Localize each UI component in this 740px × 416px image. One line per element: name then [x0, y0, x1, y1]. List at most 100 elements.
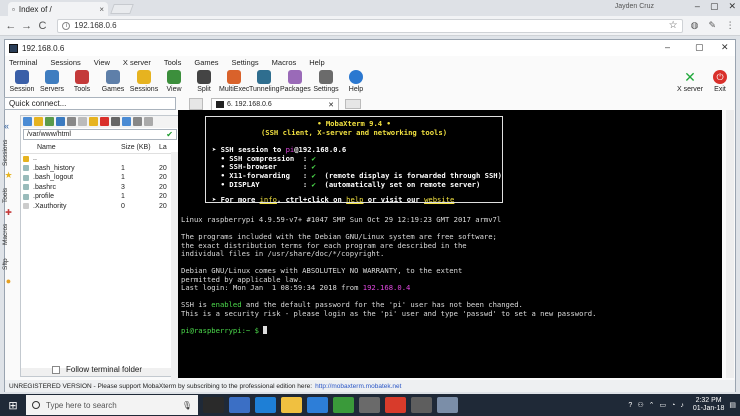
task-view-icon[interactable] [203, 397, 224, 413]
vtab-sftp[interactable]: Sftp [2, 254, 15, 274]
file-row[interactable]: .bashrc 3 20 [21, 183, 179, 193]
people-icon[interactable]: ⚇ [637, 401, 643, 409]
info-icon[interactable]: i [62, 21, 71, 30]
vtab-macros[interactable]: Macros [2, 220, 15, 248]
settings-icon[interactable] [144, 117, 153, 126]
checkbox-box[interactable] [52, 365, 60, 374]
delete-icon[interactable] [100, 117, 109, 126]
new-tab-button[interactable] [110, 4, 134, 14]
find-icon[interactable] [133, 117, 142, 126]
app-icon[interactable] [359, 397, 380, 413]
app-icon[interactable] [437, 397, 458, 413]
bookmark-star-icon[interactable]: ☆ [669, 20, 678, 31]
terminal-scrollbar[interactable] [726, 110, 734, 378]
new-folder-icon[interactable] [89, 117, 98, 126]
file-row[interactable]: .bash_history 1 20 [21, 164, 179, 174]
microphone-icon[interactable]: 🎙 [182, 401, 192, 410]
volume-icon[interactable]: ♪ [680, 402, 684, 409]
terminal-tab[interactable]: 6. 192.168.0.6 ✕ [211, 98, 339, 110]
packages-button[interactable]: Packages [280, 70, 311, 93]
exit-button[interactable]: ⏻ Exit [705, 70, 735, 93]
column-last[interactable]: La [159, 144, 175, 151]
close-tab-icon[interactable]: ✕ [328, 101, 334, 109]
taskbar-clock[interactable]: 2:32 PM 01-Jan-18 [693, 397, 725, 413]
permissions-icon[interactable] [122, 117, 131, 126]
text-icon[interactable] [111, 117, 120, 126]
sessions-button[interactable]: Sessions [129, 70, 159, 93]
eyedropper-icon[interactable]: ✎ [706, 20, 718, 31]
vtab-sessions[interactable]: Sessions [2, 138, 15, 168]
sftp-path-field[interactable]: /var/www/html ✔ [23, 129, 177, 140]
home-tab[interactable] [189, 98, 203, 110]
file-row[interactable]: .. [21, 154, 179, 164]
menu-tools[interactable]: Tools [164, 58, 182, 67]
session-button[interactable]: Session [7, 70, 37, 93]
refresh-icon[interactable] [67, 117, 76, 126]
up-folder-icon[interactable] [23, 117, 32, 126]
shell-prompt[interactable]: pi@raspberrypi:~ $ [181, 326, 268, 336]
file-row[interactable]: .profile 1 20 [21, 192, 179, 202]
new-file-icon[interactable] [78, 117, 87, 126]
maximize-icon[interactable]: ▢ [710, 1, 719, 12]
help-link[interactable]: help [346, 195, 363, 204]
new-terminal-tab-button[interactable] [345, 99, 361, 109]
help-icon[interactable]: ? [628, 402, 632, 409]
settings-button[interactable]: Settings [311, 70, 341, 93]
windows-start-icon[interactable]: ⊞ [0, 399, 26, 412]
multiexec-button[interactable]: MultiExec [219, 70, 249, 93]
collapse-sidebar-icon[interactable]: « [4, 121, 9, 131]
back-button[interactable]: ← [4, 20, 18, 32]
store-icon[interactable] [229, 397, 250, 413]
view-button[interactable]: View [159, 70, 189, 93]
reload-button[interactable]: C [36, 20, 50, 32]
servers-button[interactable]: Servers [37, 70, 67, 93]
vtab-tools[interactable]: Tools [2, 184, 15, 206]
address-bar[interactable]: i 192.168.0.6 ☆ [57, 18, 683, 33]
menu-x-server[interactable]: X server [123, 58, 151, 67]
help-button[interactable]: Help [341, 70, 371, 93]
battery-icon[interactable]: ▭ [659, 401, 666, 409]
profile-name[interactable]: Jayden Cruz [615, 3, 654, 10]
close-tab-icon[interactable]: × [99, 5, 104, 14]
menu-terminal[interactable]: Terminal [9, 58, 37, 67]
notifications-icon[interactable]: ▤ [729, 401, 736, 409]
menu-sessions[interactable]: Sessions [50, 58, 80, 67]
minimize-icon[interactable]: – [695, 1, 700, 12]
browser-tab[interactable]: ▫ Index of / × [8, 2, 108, 16]
file-row[interactable]: .bash_logout 1 20 [21, 173, 179, 183]
taskbar-search-box[interactable]: Type here to search 🎙 [26, 395, 198, 415]
split-button[interactable]: Split [189, 70, 219, 93]
extension-icon[interactable]: ◍ [689, 20, 701, 31]
menu-macros[interactable]: Macros [272, 58, 297, 67]
menu-dots-icon[interactable]: ⋮ [724, 20, 736, 31]
tunneling-button[interactable]: Tunneling [249, 70, 280, 93]
chevron-up-icon[interactable]: ⌃ [649, 401, 655, 409]
minimize-icon[interactable]: – [665, 42, 670, 52]
website-link[interactable]: website [424, 195, 454, 204]
column-name[interactable]: Name [23, 144, 121, 151]
home-folder-icon[interactable] [34, 117, 43, 126]
close-window-icon[interactable]: ✕ [721, 42, 729, 53]
maximize-icon[interactable]: ▢ [695, 42, 704, 53]
network-icon[interactable]: ◔ [671, 402, 675, 409]
menu-view[interactable]: View [94, 58, 110, 67]
file-explorer-icon[interactable] [281, 397, 302, 413]
column-size[interactable]: Size (KB) [121, 144, 159, 151]
menu-settings[interactable]: Settings [232, 58, 259, 67]
file-row[interactable]: .Xauthority 0 20 [21, 202, 179, 212]
forward-button[interactable]: → [20, 20, 34, 32]
mobatek-link[interactable]: http://mobaxterm.mobatek.net [315, 383, 401, 390]
menu-games[interactable]: Games [194, 58, 218, 67]
x-server-button[interactable]: ✕ X server [675, 70, 705, 93]
tools-button[interactable]: Tools [67, 70, 97, 93]
upload-icon[interactable] [56, 117, 65, 126]
menu-help[interactable]: Help [309, 58, 324, 67]
download-icon[interactable] [45, 117, 54, 126]
info-link[interactable]: info [260, 195, 277, 204]
follow-terminal-folder-checkbox[interactable]: Follow terminal folder [52, 365, 142, 374]
opera-icon[interactable] [385, 397, 406, 413]
mobaxterm-taskbar-icon[interactable] [411, 397, 432, 413]
close-window-icon[interactable]: ✕ [728, 1, 736, 12]
chrome-icon[interactable] [333, 397, 354, 413]
check-icon[interactable]: ✔ [166, 130, 173, 139]
